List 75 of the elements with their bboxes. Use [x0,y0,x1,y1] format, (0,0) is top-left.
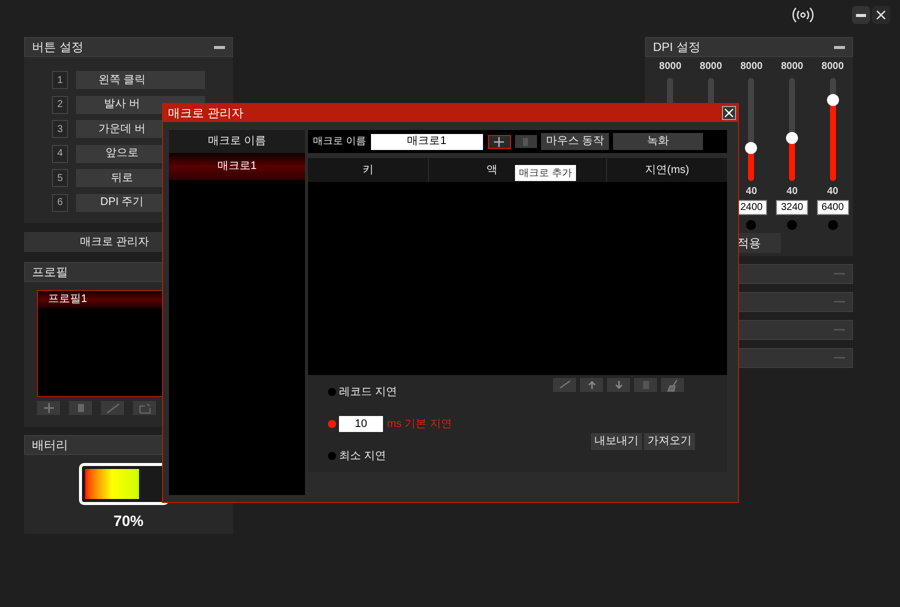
dpi-radio[interactable] [787,220,798,230]
panel-title: 프로필 [32,264,68,281]
button-assignment[interactable]: 왼쪽 클릭 [76,71,205,89]
name-field[interactable]: 매크로1 [370,134,483,150]
dpi-min-label: 40 [786,185,798,199]
panel-title: 배터리 [32,437,68,454]
radio-button[interactable] [328,388,336,396]
tooltip: 매크로 추가 [515,165,576,181]
edit-button[interactable] [553,378,576,392]
import-button[interactable]: 가져오기 [644,433,695,450]
delay-field[interactable]: 10 [339,416,383,432]
close-button[interactable] [872,6,890,24]
close-button[interactable] [722,106,736,120]
panel-header[interactable]: DPI 설정 [645,37,853,57]
minus-icon [834,329,845,331]
list-header: 매크로 이름 [169,130,305,153]
slider-thumb[interactable] [745,142,758,154]
wireless-icon [792,7,814,23]
dpi-max-label: 8000 [740,60,763,74]
button-number: 2 [52,96,68,114]
dpi-max-label: 8000 [659,60,682,74]
radio-button[interactable] [328,420,336,428]
export-button[interactable]: 내보내기 [591,433,642,450]
close-icon [724,108,734,118]
pencil-button[interactable] [101,401,124,415]
radio-button[interactable] [328,452,336,460]
dpi-radio[interactable] [828,220,838,230]
option-label: 레코드 지연 [339,384,398,400]
slider-thumb[interactable] [786,132,798,144]
battery-percent: 70% [113,512,144,532]
plus-icon [493,136,506,148]
option-label: 최소 지연 [339,448,386,464]
minus-icon [834,273,845,275]
delete-button[interactable] [634,378,657,392]
macro-item[interactable]: 매크로1 [169,153,305,180]
move-up-button[interactable] [580,378,603,392]
panel-title: DPI 설정 [653,39,700,56]
dpi-value-field[interactable]: 6400 [816,200,849,215]
field-label: 매크로 이름 [313,135,366,149]
column-header[interactable]: 키 [308,158,428,182]
minus-icon [834,46,845,48]
minimize-icon [856,14,866,16]
dpi-radio[interactable] [746,220,756,230]
trash-button[interactable] [69,401,92,415]
add-button[interactable] [488,134,511,148]
mouse-action-button[interactable]: 마우스 동작 [540,133,609,150]
trash-icon [522,136,530,146]
column-header[interactable]: 지연(ms) [607,158,728,182]
dpi-max-label: 8000 [780,60,804,74]
button-number: 3 [52,120,68,138]
trash-icon [642,381,648,389]
minus-icon [834,301,845,303]
button-number: 6 [52,194,68,212]
dpi-min-label: 40 [746,185,758,199]
minimize-button[interactable] [852,6,870,24]
dpi-max-label: 8000 [822,60,844,74]
export-button[interactable] [133,401,156,415]
button-number: 5 [52,169,68,187]
clear-button[interactable] [661,378,684,392]
minus-icon [214,46,225,48]
button-number: 1 [52,71,68,89]
slider-thumb[interactable] [826,94,839,106]
panel-header[interactable]: 버튼 설정 [24,37,233,57]
trash-icon [78,404,84,412]
dpi-value-field[interactable]: 3240 [776,200,808,215]
option-label: ms 기본 지연 [387,416,452,432]
button-number: 4 [52,144,68,162]
record-button[interactable]: 녹화 [612,133,703,150]
dpi-min-label: 40 [827,185,838,199]
panel-title: 버튼 설정 [32,39,84,56]
plus-button[interactable] [37,401,60,415]
minus-icon [834,357,845,359]
dpi-max-label: 8000 [700,60,722,74]
move-down-button[interactable] [607,378,630,392]
close-icon [876,10,886,20]
